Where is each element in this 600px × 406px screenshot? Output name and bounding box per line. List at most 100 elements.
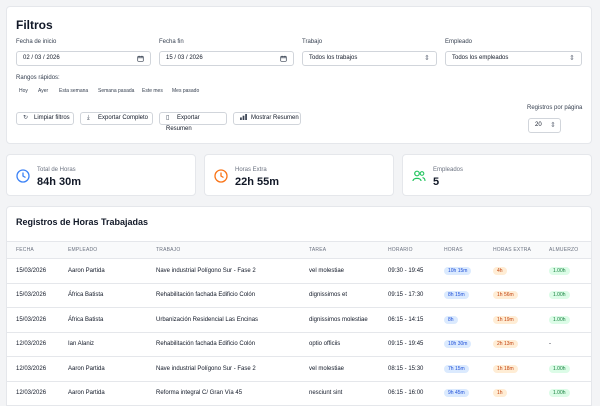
cell-empleado: Ian Alaniz: [59, 332, 147, 357]
cell-empleado: Aaron Partida: [59, 258, 147, 284]
registros-table: FECHA EMPLEADO TRABAJO TAREA HORARIO HOR…: [7, 241, 591, 406]
table-row[interactable]: 15/03/2026 Aaron Partida Nave industrial…: [7, 258, 591, 284]
cell-almuerzo: -: [540, 332, 591, 357]
exportar-completo-button[interactable]: ⤓ Exportar Completo: [80, 112, 153, 125]
cell-horario: 08:15 - 15:30: [379, 356, 435, 382]
cell-tarea: dignissimos et: [300, 283, 379, 308]
calendar-icon[interactable]: [280, 52, 287, 65]
clock-icon: [214, 169, 228, 183]
empleado-label: Empleado: [445, 39, 473, 45]
almuerzo-badge: 1.00h: [549, 364, 570, 373]
table-row[interactable]: 15/03/2026 África Batista Urbanización R…: [7, 307, 591, 333]
trabajo-value: Todos los trabajos: [309, 55, 358, 61]
horas-badge: 9h 45m: [444, 389, 469, 398]
chevron-updown-icon: ⇕: [424, 55, 430, 62]
quick-ranges-label: Rangos rápidos:: [16, 75, 60, 81]
col-horas[interactable]: HORAS: [435, 241, 484, 259]
download-icon: ⤓: [87, 115, 90, 121]
horas-badge: 10h 30m: [444, 340, 472, 349]
cell-empleado: África Batista: [59, 283, 147, 308]
table-row[interactable]: 12/03/2026 Ian Alaniz Rehabilitación fac…: [7, 332, 591, 357]
table-row[interactable]: 12/03/2026 Aaron Partida Nave industrial…: [7, 356, 591, 382]
cell-fecha: 15/03/2026: [7, 258, 59, 284]
cell-tarea: dignissimos molestiae: [300, 307, 379, 333]
filters-title: Filtros: [16, 18, 53, 32]
quick-semana-pasada[interactable]: Semana pasada: [98, 88, 134, 94]
cell-trabajo: Rehabilitación fachada Edificio Colón: [147, 332, 300, 357]
cell-tarea: nesciunt sint: [300, 381, 379, 406]
stat-horas-extra: Horas Extra 22h 55m: [204, 154, 394, 196]
cell-fecha: 15/03/2026: [7, 283, 59, 308]
horas-badge: 7h 15m: [444, 364, 469, 373]
cell-fecha: 15/03/2026: [7, 307, 59, 333]
cell-horario: 06:15 - 14:15: [379, 307, 435, 333]
limpiar-filtros-button[interactable]: ↻ Limpiar filtros: [16, 112, 74, 125]
quick-hoy[interactable]: Hoy: [19, 88, 28, 94]
cell-fecha: 12/03/2026: [7, 332, 59, 357]
cell-tarea: vel molestiae: [300, 258, 379, 284]
chevron-updown-icon: ⇕: [569, 55, 575, 62]
stat-label: Empleados: [433, 167, 464, 173]
fecha-inicio-input[interactable]: 02 / 03 / 2026: [16, 51, 151, 66]
horas-badge: 8h 15m: [444, 291, 469, 300]
chevron-updown-icon: ⇕: [550, 122, 556, 129]
exportar-resumen-button[interactable]: ▯ Exportar Resumen: [159, 112, 227, 132]
horas-extra-badge: 1h 56m: [493, 291, 518, 300]
col-trabajo[interactable]: TRABAJO: [147, 241, 300, 259]
cell-horario: 06:15 - 16:00: [379, 381, 435, 406]
quick-este-mes[interactable]: Este mes: [142, 88, 163, 94]
horas-extra-badge: 1h 18m: [493, 364, 518, 373]
empleado-value: Todos los empleados: [452, 55, 509, 61]
stat-value: 5: [433, 176, 440, 188]
per-page-select[interactable]: 20 ⇕: [528, 118, 561, 133]
fecha-fin-input[interactable]: 15 / 03 / 2026: [159, 51, 294, 66]
table-row[interactable]: 12/03/2026 Aaron Partida Reforma integra…: [7, 381, 591, 406]
cell-fecha: 12/03/2026: [7, 356, 59, 382]
clock-icon: [16, 169, 30, 183]
quick-esta-semana[interactable]: Esta semana: [59, 88, 88, 94]
cell-empleado: Aaron Partida: [59, 381, 147, 406]
filters-card: Filtros Fecha de inicio 02 / 03 / 2026 F…: [6, 6, 592, 144]
stat-empleados: Empleados 5: [402, 154, 592, 196]
cell-horario: 09:15 - 17:30: [379, 283, 435, 308]
horas-badge: 10h 15m: [444, 266, 472, 275]
fecha-inicio-value: 02 / 03 / 2026: [23, 55, 60, 61]
horas-extra-badge: 4h: [493, 266, 507, 275]
stat-label: Horas Extra: [235, 167, 267, 173]
almuerzo-badge: 1.00h: [549, 291, 570, 300]
col-fecha[interactable]: FECHA: [7, 241, 59, 259]
stat-label: Total de Horas: [37, 167, 76, 173]
mostrar-resumen-button[interactable]: Mostrar Resumen: [233, 112, 301, 125]
col-horas-extra[interactable]: HORAS EXTRA: [484, 241, 540, 259]
col-almuerzo[interactable]: ALMUERZO: [540, 241, 591, 259]
quick-mes-pasado[interactable]: Mes pasado: [172, 88, 199, 94]
cell-trabajo: Reforma integral C/ Gran Vía 45: [147, 381, 300, 406]
bar-chart-icon: [240, 113, 248, 124]
horas-extra-badge: 2h 13m: [493, 340, 518, 349]
registros-card: Registros de Horas Trabajadas FECHA EMPL…: [6, 206, 592, 406]
registros-title: Registros de Horas Trabajadas: [16, 217, 149, 227]
horas-extra-badge: 1h 19m: [493, 315, 518, 324]
fecha-fin-value: 15 / 03 / 2026: [166, 55, 203, 61]
cell-tarea: optio officiis: [300, 332, 379, 357]
almuerzo-badge: 1.00h: [549, 389, 570, 398]
quick-ayer[interactable]: Ayer: [38, 88, 48, 94]
trabajo-label: Trabajo: [302, 39, 323, 45]
fecha-fin-label: Fecha fin: [159, 39, 184, 45]
empleado-select[interactable]: Todos los empleados ⇕: [445, 51, 582, 66]
table-row[interactable]: 15/03/2026 África Batista Rehabilitación…: [7, 283, 591, 308]
horas-extra-badge: 1h: [493, 389, 507, 398]
stat-total-horas: Total de Horas 84h 30m: [6, 154, 196, 196]
col-tarea[interactable]: TAREA: [300, 241, 379, 259]
col-empleado[interactable]: EMPLEADO: [59, 241, 147, 259]
calendar-icon[interactable]: [137, 52, 144, 65]
table-header-row: FECHA EMPLEADO TRABAJO TAREA HORARIO HOR…: [7, 241, 591, 259]
fecha-inicio-label: Fecha de inicio: [16, 39, 57, 45]
trabajo-select[interactable]: Todos los trabajos ⇕: [302, 51, 437, 66]
cell-fecha: 12/03/2026: [7, 381, 59, 406]
horas-badge: 8h: [444, 315, 458, 324]
col-horario[interactable]: HORARIO: [379, 241, 435, 259]
stat-value: 84h 30m: [37, 176, 82, 188]
per-page-label: Registros por página: [527, 105, 583, 111]
cell-trabajo: Nave industrial Polígono Sur - Fase 2: [147, 258, 300, 284]
